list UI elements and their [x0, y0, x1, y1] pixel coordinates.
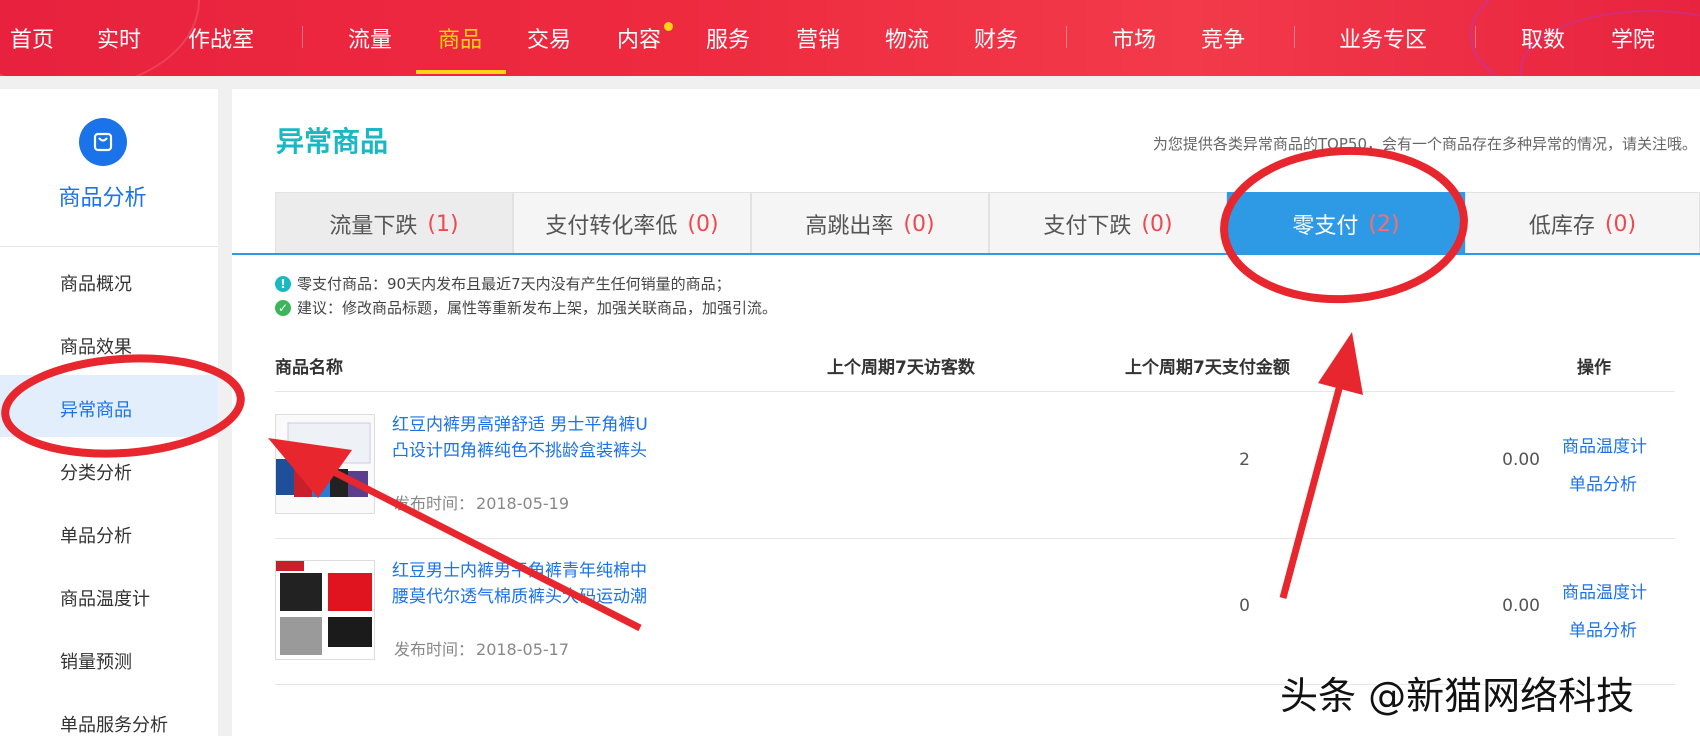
nav-item-market[interactable]: 市场: [1112, 22, 1156, 54]
sidebar-divider: [0, 246, 218, 247]
tab-high-bounce[interactable]: 高跳出率 (0): [751, 192, 989, 255]
column-header-visitors: 上个周期7天访客数: [827, 358, 975, 378]
tab-payment-drop[interactable]: 支付下跌 (0): [989, 192, 1227, 255]
anomaly-tabs: 流量下跌 (1) 支付转化率低 (0) 高跳出率 (0) 支付下跌 (0) 零支付 (2)…: [275, 192, 1700, 255]
table-row: 红豆内裤男高弹舒适 男士平角裤U凸设计四角裤纯色不挑龄盒装裤头 发布时间： 201…: [275, 392, 1675, 532]
sidebar-title: 商品分析: [58, 186, 147, 211]
nav-item-service[interactable]: 服务: [706, 22, 750, 54]
publish-date: 发布时间： 2018-05-17: [392, 636, 569, 660]
suggestion-note: ✓ 建议：修改商品标题，属性等重新发布上架，加强关联商品，加强引流。: [275, 297, 777, 318]
nav-item-finance[interactable]: 财务: [974, 22, 1018, 54]
nav-item-content[interactable]: 内容: [617, 22, 661, 54]
definition-text: 零支付商品：90天内发布且最近7天内没有产生任何销量的商品；: [297, 275, 731, 293]
amount-value: 0.00: [1502, 450, 1540, 470]
nav-item-marketing[interactable]: 营销: [796, 22, 840, 54]
suggestion-text: 建议：修改商品标题，属性等重新发布上架，加强关联商品，加强引流。: [297, 299, 778, 317]
column-header-actions: 操作: [1577, 358, 1611, 378]
tab-traffic-drop[interactable]: 流量下跌 (1): [275, 192, 513, 255]
nav-separator: [1294, 26, 1295, 48]
nav-item-academy[interactable]: 学院: [1611, 22, 1655, 54]
nav-separator: [1475, 26, 1476, 48]
sidebar-item-overview[interactable]: 商品概况: [60, 270, 132, 296]
nav-item-business-zone[interactable]: 业务专区: [1339, 22, 1427, 54]
column-header-name: 商品名称: [275, 358, 343, 378]
publish-date-label: 发布时间：: [394, 640, 475, 659]
publish-date-value: 2018-05-17: [476, 640, 569, 659]
tab-low-stock[interactable]: 低库存 (0): [1465, 192, 1700, 255]
nav-separator: [1066, 26, 1067, 48]
product-thumbnail[interactable]: [275, 560, 375, 660]
product-link[interactable]: 红豆内裤男高弹舒适 男士平角裤U凸设计四角裤纯色不挑龄盒装裤头: [392, 412, 662, 464]
publish-date-label: 发布时间：: [394, 494, 475, 513]
tab-count: (2): [1368, 211, 1400, 237]
nav-item-goods[interactable]: 商品: [438, 22, 482, 54]
single-analysis-link[interactable]: 单品分析: [1569, 470, 1637, 495]
watermark: 头条 @新猫网络科技: [1280, 674, 1635, 718]
tab-label: 高跳出率: [805, 214, 894, 239]
sidebar-item-service-analysis[interactable]: 单品服务分析: [60, 711, 168, 736]
nav-item-home[interactable]: 首页: [10, 22, 54, 54]
tabs-underline: [232, 253, 1700, 255]
column-header-amount: 上个周期7天支付金额: [1125, 358, 1290, 378]
tab-label: 低库存: [1528, 214, 1595, 239]
sidebar-item-forecast[interactable]: 销量预测: [60, 648, 132, 674]
tab-label: 零支付: [1292, 214, 1359, 239]
product-link[interactable]: 红豆男士内裤男平角裤青年纯棉中腰莫代尔透气棉质裤头大码运动潮: [392, 558, 662, 610]
page-title: 异常商品: [276, 125, 389, 158]
page-note: 为您提供各类异常商品的TOP50，会有一个商品存在多种异常的情况，请关注哦。: [1152, 135, 1697, 153]
tab-label: 支付下跌: [1043, 214, 1132, 239]
sidebar-item-effect[interactable]: 商品效果: [60, 333, 132, 359]
sidebar-item-category[interactable]: 分类分析: [60, 459, 132, 485]
tab-count: (0): [1141, 211, 1173, 237]
sidebar-item-thermometer[interactable]: 商品温度计: [60, 585, 150, 611]
visitors-value: 0: [1239, 596, 1250, 616]
tab-label: 流量下跌: [329, 214, 418, 239]
visitors-value: 2: [1239, 450, 1250, 470]
active-nav-underline: [416, 70, 506, 74]
nav-item-traffic[interactable]: 流量: [348, 22, 392, 54]
tab-count: (0): [687, 211, 719, 237]
tab-low-conversion[interactable]: 支付转化率低 (0): [513, 192, 751, 255]
notification-dot: [664, 22, 673, 31]
sidebar-item-abnormal[interactable]: 异常商品: [60, 396, 132, 422]
tab-label: 支付转化率低: [545, 214, 678, 239]
info-icon: !: [275, 275, 291, 292]
nav-separator: [302, 26, 303, 48]
single-analysis-link[interactable]: 单品分析: [1569, 616, 1637, 641]
thermometer-link[interactable]: 商品温度计: [1562, 578, 1647, 603]
nav-item-war-room[interactable]: 作战室: [188, 22, 254, 54]
nav-item-realtime[interactable]: 实时: [97, 22, 141, 54]
tab-count: (0): [1604, 211, 1637, 237]
nav-item-logistics[interactable]: 物流: [885, 22, 929, 54]
publish-date-value: 2018-05-19: [476, 494, 569, 513]
check-icon: ✓: [275, 299, 291, 316]
tab-count: (0): [903, 211, 935, 237]
amount-value: 0.00: [1502, 596, 1540, 616]
thermometer-link[interactable]: 商品温度计: [1562, 432, 1647, 457]
nav-item-fetch-data[interactable]: 取数: [1521, 22, 1565, 54]
tab-zero-payment[interactable]: 零支付 (2): [1227, 192, 1465, 255]
nav-item-trade[interactable]: 交易: [527, 22, 571, 54]
definition-note: ! 零支付商品：90天内发布且最近7天内没有产生任何销量的商品；: [275, 273, 731, 294]
sidebar-item-single[interactable]: 单品分析: [60, 522, 132, 548]
table-row: 红豆男士内裤男平角裤青年纯棉中腰莫代尔透气棉质裤头大码运动潮 发布时间： 2018…: [275, 538, 1675, 678]
shopping-bag-icon: [79, 118, 127, 166]
publish-date: 发布时间： 2018-05-19: [392, 490, 569, 514]
nav-item-competition[interactable]: 竞争: [1201, 22, 1245, 54]
tab-count: (1): [427, 211, 459, 237]
product-thumbnail[interactable]: [275, 414, 375, 514]
top-nav-bar: 首页 实时 作战室 流量 商品 交易 内容 服务 营销 物流 财务 市场 竞争 …: [0, 0, 1700, 76]
